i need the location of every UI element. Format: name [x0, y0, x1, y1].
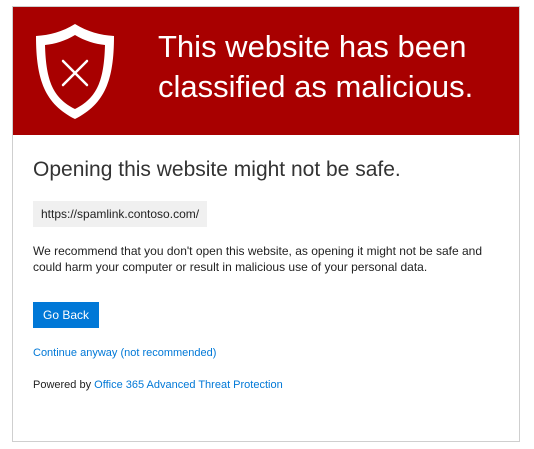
- go-back-button[interactable]: Go Back: [33, 302, 100, 328]
- warning-page: This website has been classified as mali…: [12, 6, 520, 442]
- url-display: https://spamlink.contoso.com/: [33, 201, 208, 227]
- atp-link[interactable]: Office 365 Advanced Threat Protection: [94, 379, 283, 391]
- warning-message: We recommend that you don't open this we…: [33, 244, 483, 274]
- continue-anyway-link[interactable]: Continue anyway (not recommended): [33, 347, 503, 359]
- content-area: Opening this website might not be safe. …: [33, 157, 503, 391]
- warning-headline: This website has been classified as mali…: [158, 29, 474, 104]
- warning-banner: This website has been classified as mali…: [13, 7, 519, 135]
- powered-by-prefix: Powered by: [33, 379, 92, 391]
- powered-by: Powered by Office 365 Advanced Threat Pr…: [33, 379, 503, 391]
- shield-x-icon: [36, 24, 114, 119]
- page-subheading: Opening this website might not be safe.: [33, 158, 401, 181]
